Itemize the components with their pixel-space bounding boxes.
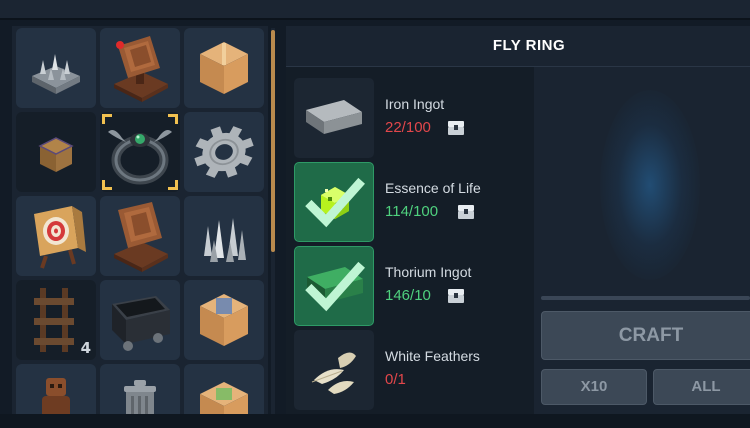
inventory-slot-gear[interactable] — [184, 112, 264, 192]
minecart-icon — [112, 296, 170, 351]
item-preview-glow — [600, 90, 700, 280]
requirement-essence-of-life: Essence of Life 114/100 — [294, 162, 542, 242]
inventory-slot-small-crate[interactable] — [16, 112, 96, 192]
requirement-name: Iron Ingot — [385, 96, 445, 112]
recipe-title: FLY RING — [492, 37, 566, 54]
white-feathers-icon — [311, 352, 356, 394]
inventory-slot-pressure-plate[interactable] — [100, 28, 180, 108]
requirement-icon-frame — [294, 78, 374, 158]
selection-corner — [102, 114, 112, 124]
check-icon — [305, 177, 365, 228]
small-crate-icon — [38, 137, 74, 172]
requirement-icon-frame — [294, 246, 374, 326]
inventory-slot-crate-2[interactable] — [184, 280, 264, 360]
requirement-amount: 22/100 — [385, 119, 431, 136]
inventory-slot-minecart[interactable] — [100, 280, 180, 360]
gear-icon — [194, 126, 254, 178]
requirement-name: Thorium Ingot — [385, 264, 472, 280]
inventory-scrollbar-thumb[interactable] — [271, 30, 275, 252]
inventory-slot-rail-track[interactable]: 4 — [16, 280, 96, 360]
requirement-icon-frame — [294, 162, 374, 242]
trash-can-icon — [124, 380, 156, 418]
storage-chest-icon[interactable] — [457, 204, 475, 220]
spiked-trap-icon — [32, 54, 80, 94]
requirement-thorium-ingot: Thorium Ingot 146/10 — [294, 246, 542, 326]
pressure-plate-icon — [114, 202, 168, 272]
top-bar — [0, 0, 750, 20]
inventory-slot-crate[interactable] — [184, 28, 264, 108]
requirement-iron-ingot: Iron Ingot 22/100 — [294, 78, 542, 158]
craft-button[interactable]: CRAFT — [541, 311, 750, 360]
inventory-grid: 4 — [12, 26, 268, 418]
crate-icon — [200, 294, 248, 346]
inventory-slot-fly-ring[interactable] — [100, 112, 180, 192]
inventory-slot-spiked-trap[interactable] — [16, 28, 96, 108]
crate-icon — [200, 42, 248, 94]
craft-x10-button[interactable]: X10 — [541, 369, 647, 405]
requirement-amount: 114/100 — [385, 203, 439, 220]
storage-chest-icon[interactable] — [447, 288, 465, 304]
floor-spikes-icon — [204, 218, 246, 262]
inventory-slot-archery-target[interactable] — [16, 196, 96, 276]
inventory-slot-crate-3[interactable] — [184, 364, 264, 418]
requirement-amount: 0/1 — [385, 371, 406, 388]
crate-icon — [200, 382, 248, 418]
inventory-slot-trash-can[interactable] — [100, 364, 180, 418]
wooden-figure-icon — [42, 378, 70, 418]
requirement-name: Essence of Life — [385, 180, 481, 196]
craft-all-button[interactable]: ALL — [653, 369, 750, 405]
red-dot-badge — [116, 41, 124, 49]
inventory-slot-pressure-plate-2[interactable] — [100, 196, 180, 276]
inventory-slot-floor-spikes[interactable] — [184, 196, 264, 276]
inventory-slot-wooden-figure[interactable] — [16, 364, 96, 418]
item-count: 4 — [80, 339, 91, 357]
requirement-name: White Feathers — [385, 348, 480, 364]
requirement-white-feathers: White Feathers 0/1 — [294, 330, 542, 410]
archery-target-icon — [34, 206, 86, 269]
selection-corner — [102, 180, 112, 190]
iron-ingot-icon — [306, 100, 362, 134]
craft-progress-bar — [541, 296, 750, 300]
selection-corner — [168, 114, 178, 124]
check-icon — [305, 261, 365, 312]
bottom-bar — [0, 414, 750, 428]
selection-corner — [168, 180, 178, 190]
requirement-amount: 146/10 — [385, 287, 431, 304]
storage-chest-icon[interactable] — [447, 120, 465, 136]
requirement-icon-frame — [294, 330, 374, 410]
